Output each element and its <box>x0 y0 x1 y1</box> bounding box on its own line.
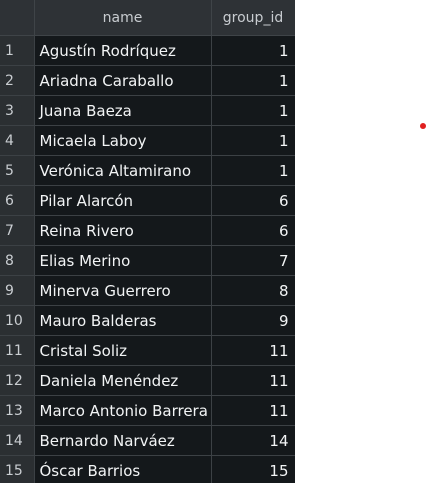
cell-group-id[interactable]: 11 <box>211 395 295 426</box>
table-row[interactable]: 6 Pilar Alarcón 6 <box>0 185 295 216</box>
cell-group-id[interactable]: 8 <box>211 275 295 306</box>
cell-name[interactable]: Elias Merino <box>34 245 212 276</box>
cell-name[interactable]: Reina Rivero <box>34 215 212 246</box>
cell-name[interactable]: Ariadna Caraballo <box>34 65 212 96</box>
table-row[interactable]: 2 Ariadna Caraballo 1 <box>0 65 295 96</box>
row-index[interactable]: 8 <box>0 245 35 276</box>
row-index[interactable]: 6 <box>0 185 35 216</box>
cell-group-id[interactable]: 14 <box>211 425 295 456</box>
cell-group-id[interactable]: 9 <box>211 305 295 336</box>
cell-name[interactable]: Agustín Rodríquez <box>34 35 212 66</box>
cell-group-id[interactable]: 1 <box>211 95 295 126</box>
cell-group-id[interactable]: 11 <box>211 335 295 366</box>
row-index[interactable]: 14 <box>0 425 35 456</box>
row-index[interactable]: 13 <box>0 395 35 426</box>
cell-group-id[interactable]: 1 <box>211 155 295 186</box>
cell-group-id[interactable]: 6 <box>211 185 295 216</box>
table-row[interactable]: 14 Bernardo Narváez 14 <box>0 425 295 456</box>
cell-group-id[interactable]: 1 <box>211 125 295 156</box>
table-row[interactable]: 10 Mauro Balderas 9 <box>0 305 295 336</box>
column-header-group-id[interactable]: group_id <box>211 0 295 36</box>
table-row[interactable]: 5 Verónica Altamirano 1 <box>0 155 295 186</box>
corner-header[interactable] <box>0 0 35 36</box>
cell-group-id[interactable]: 1 <box>211 35 295 66</box>
cell-group-id[interactable]: 6 <box>211 215 295 246</box>
cell-group-id[interactable]: 1 <box>211 65 295 96</box>
row-index[interactable]: 4 <box>0 125 35 156</box>
row-index[interactable]: 15 <box>0 455 35 483</box>
cell-name[interactable]: Daniela Menéndez <box>34 365 212 396</box>
row-index[interactable]: 1 <box>0 35 35 66</box>
cell-name[interactable]: Cristal Soliz <box>34 335 212 366</box>
row-index[interactable]: 12 <box>0 365 35 396</box>
row-index[interactable]: 5 <box>0 155 35 186</box>
table-row[interactable]: 8 Elias Merino 7 <box>0 245 295 276</box>
results-grid: name group_id 1 Agustín Rodríquez 1 2 Ariadn… <box>0 0 295 483</box>
column-header-name[interactable]: name <box>34 0 212 36</box>
cell-group-id[interactable]: 15 <box>211 455 295 483</box>
cell-name[interactable]: Pilar Alarcón <box>34 185 212 216</box>
row-index[interactable]: 7 <box>0 215 35 246</box>
cell-group-id[interactable]: 7 <box>211 245 295 276</box>
row-index[interactable]: 2 <box>0 65 35 96</box>
table-row[interactable]: 13 Marco Antonio Barrera 11 <box>0 395 295 426</box>
table-row[interactable]: 1 Agustín Rodríquez 1 <box>0 35 295 66</box>
results-table: name group_id 1 Agustín Rodríquez 1 2 Ariadn… <box>0 0 295 483</box>
table-row[interactable]: 11 Cristal Soliz 11 <box>0 335 295 366</box>
table-row[interactable]: 4 Micaela Laboy 1 <box>0 125 295 156</box>
table-row[interactable]: 12 Daniela Menéndez 11 <box>0 365 295 396</box>
red-dot-marker <box>420 123 426 129</box>
cell-name[interactable]: Verónica Altamirano <box>34 155 212 186</box>
row-index[interactable]: 9 <box>0 275 35 306</box>
cell-name[interactable]: Mauro Balderas <box>34 305 212 336</box>
table-row[interactable]: 15 Óscar Barrios 15 <box>0 455 295 483</box>
row-index[interactable]: 11 <box>0 335 35 366</box>
header-row: name group_id <box>0 0 295 36</box>
row-index[interactable]: 10 <box>0 305 35 336</box>
cell-name[interactable]: Juana Baeza <box>34 95 212 126</box>
cell-name[interactable]: Minerva Guerrero <box>34 275 212 306</box>
cell-name[interactable]: Marco Antonio Barrera <box>34 395 212 426</box>
cell-group-id[interactable]: 11 <box>211 365 295 396</box>
table-row[interactable]: 3 Juana Baeza 1 <box>0 95 295 126</box>
cell-name[interactable]: Micaela Laboy <box>34 125 212 156</box>
cell-name[interactable]: Óscar Barrios <box>34 455 212 483</box>
row-index[interactable]: 3 <box>0 95 35 126</box>
table-row[interactable]: 9 Minerva Guerrero 8 <box>0 275 295 306</box>
table-row[interactable]: 7 Reina Rivero 6 <box>0 215 295 246</box>
cell-name[interactable]: Bernardo Narváez <box>34 425 212 456</box>
